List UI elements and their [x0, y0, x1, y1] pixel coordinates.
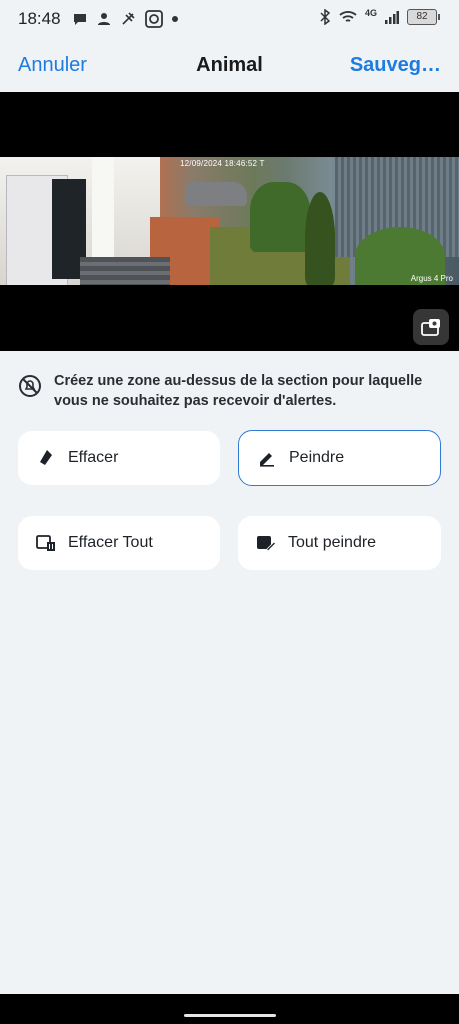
bluetooth-icon — [320, 9, 331, 25]
camera-view[interactable]: 12/09/2024 18:46:52 T Argus 4 Pro — [0, 92, 459, 351]
camera-image[interactable] — [0, 157, 459, 285]
no-alert-icon — [19, 375, 41, 397]
camera-model-label: Argus 4 Pro — [410, 274, 453, 283]
erase-button[interactable]: Effacer — [18, 431, 220, 485]
network-type: 4G — [364, 8, 377, 18]
clear-all-icon — [36, 533, 56, 553]
chat-icon — [74, 14, 86, 25]
info-text: Créez une zone au-dessus de la section p… — [54, 373, 423, 409]
app-icon — [145, 10, 163, 28]
erase-all-label: Effacer Tout — [68, 534, 153, 551]
paint-all-button[interactable]: Tout peindre — [238, 516, 441, 570]
paint-all-icon — [256, 533, 276, 553]
dot-icon — [172, 16, 178, 22]
paint-all-label: Tout peindre — [288, 534, 377, 551]
eraser-icon — [36, 448, 56, 468]
cancel-button[interactable]: Annuler — [18, 54, 87, 77]
camera-switch-icon — [421, 319, 440, 336]
signal-icon — [385, 11, 399, 24]
status-time: 18:48 — [18, 9, 61, 28]
paint-button[interactable]: Peindre — [238, 430, 441, 486]
camera-switch-button[interactable] — [413, 309, 449, 345]
video-timestamp: 12/09/2024 18:46:52 T — [180, 159, 265, 168]
save-button[interactable]: Sauveg… — [350, 54, 441, 77]
battery-icon: 82 — [407, 9, 440, 25]
system-nav-bar — [0, 994, 459, 1024]
status-bar: 18:48 4G 82 — [0, 0, 459, 38]
erase-all-button[interactable]: Effacer Tout — [18, 516, 220, 570]
satellite-icon — [122, 12, 135, 25]
person-icon — [98, 13, 110, 25]
erase-label: Effacer — [68, 449, 119, 466]
top-bar: Annuler Animal Sauveg… — [0, 38, 459, 92]
pencil-icon — [257, 448, 277, 468]
home-handle[interactable] — [184, 1014, 276, 1017]
paint-label: Peindre — [289, 449, 345, 466]
wifi-icon — [339, 11, 357, 22]
battery-level: 82 — [416, 11, 428, 22]
